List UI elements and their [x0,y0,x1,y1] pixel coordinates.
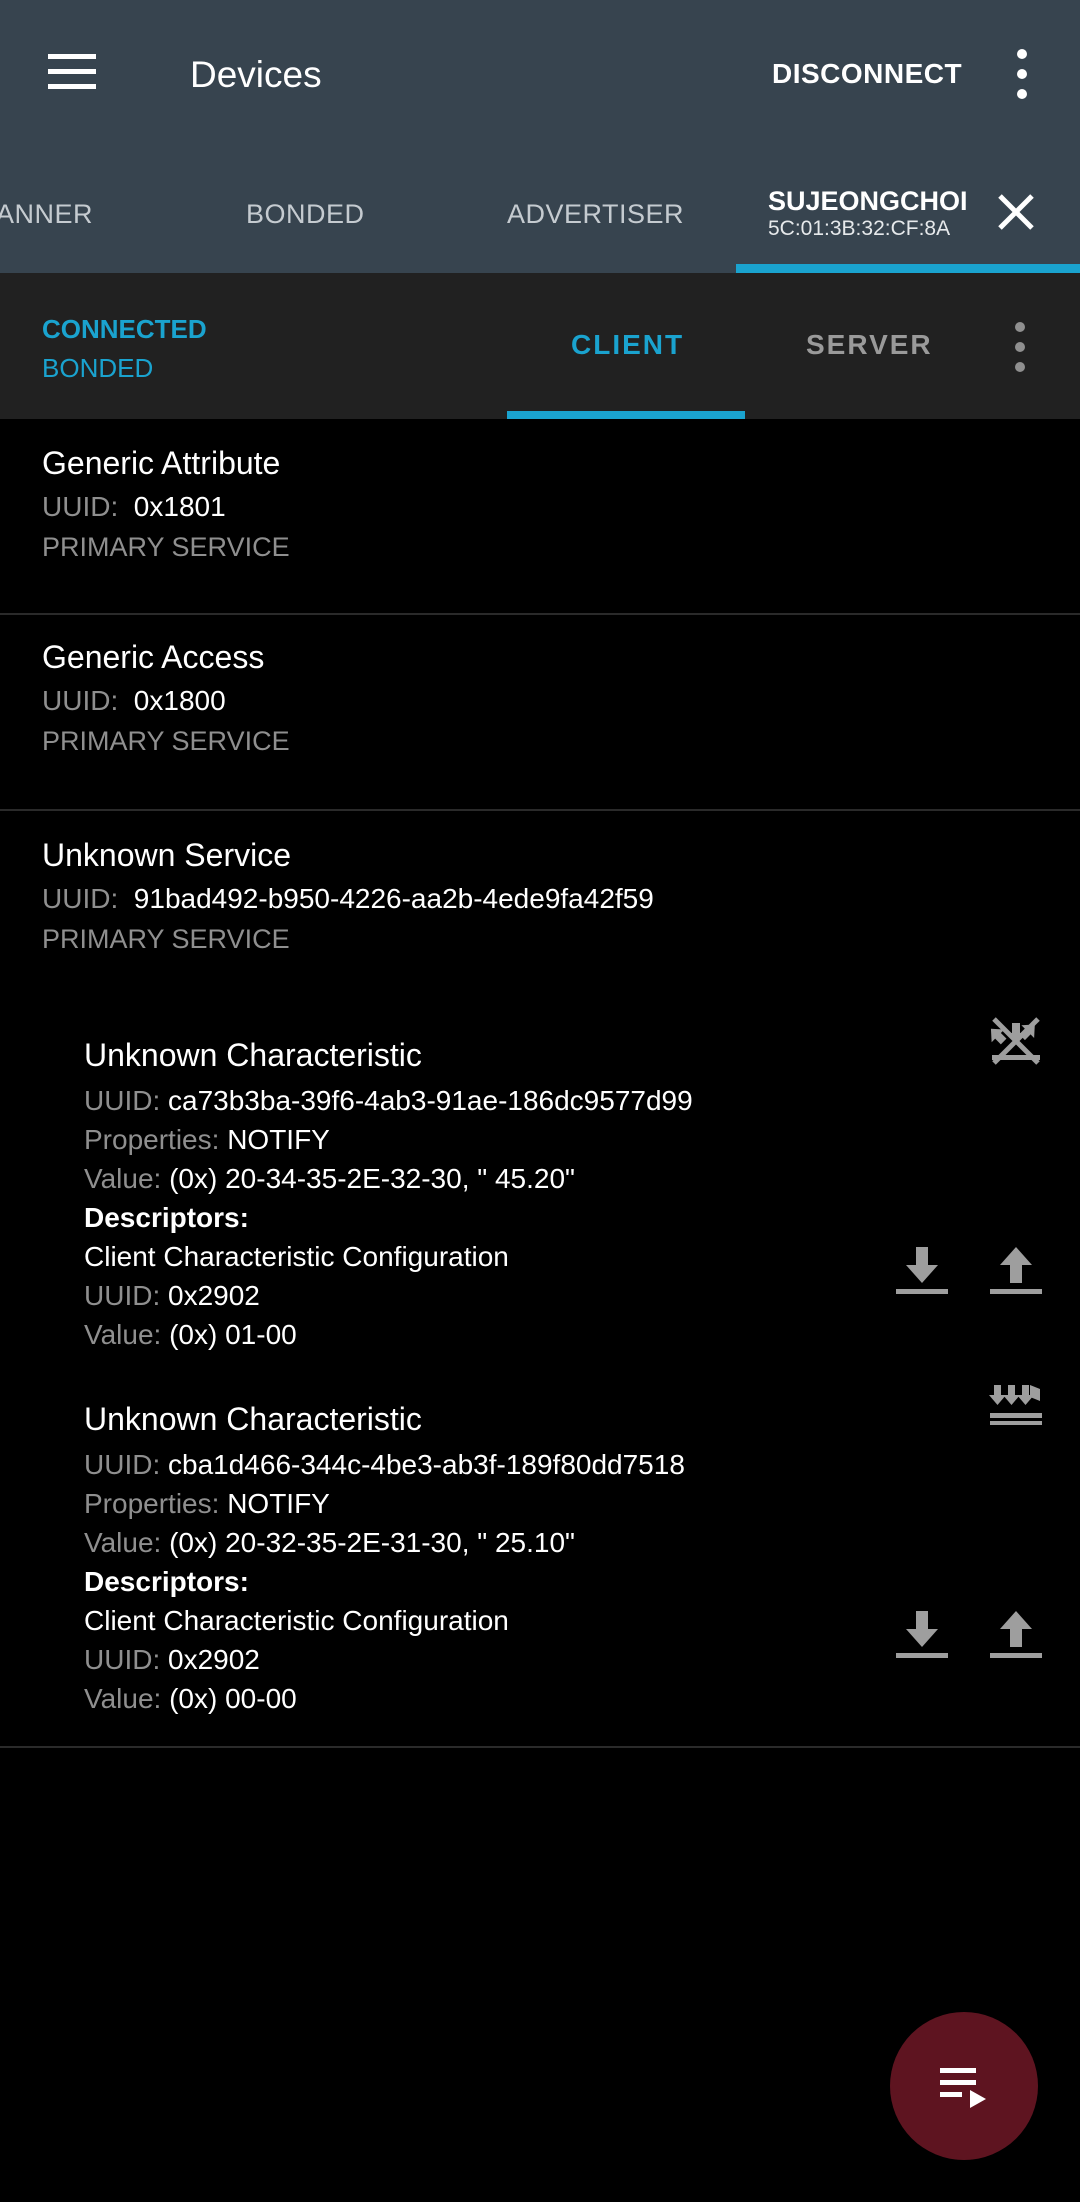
uuid-label: UUID: [84,1280,161,1311]
uuid-value: 0x2902 [168,1280,260,1311]
value-text: (0x) 20-34-35-2E-32-30, " 45.20" [169,1163,575,1194]
page-title: Devices [190,54,322,95]
client-tab-indicator [507,411,745,419]
descriptor-value: Value: (0x) 01-00 [84,1315,297,1354]
characteristic-name: Unknown Characteristic [84,1401,422,1437]
descriptors-heading: Descriptors: [84,1202,249,1233]
descriptor-value: Value: (0x) 00-00 [84,1679,297,1718]
properties-value: NOTIFY [227,1124,330,1155]
device-tabs: ANNER BONDED ADVERTISER SUJEONGCHOI 5C:0… [0,148,1080,273]
uuid-value: cba1d466-344c-4be3-ab3f-189f80dd7518 [168,1449,685,1480]
tab-indicator [736,264,1080,273]
characteristic-name: Unknown Characteristic [84,1037,422,1073]
uuid-label: UUID: [42,883,119,914]
service-uuid: UUID: 0x1800 [42,681,226,721]
descriptor-uuid: UUID: 0x2902 [84,1276,260,1315]
service-type: PRIMARY SERVICE [42,726,290,756]
uuid-value: 91bad492-b950-4226-aa2b-4ede9fa42f59 [133,883,654,914]
device-name: SUJEONGCHOI [768,186,968,216]
bond-state: BONDED [42,353,154,383]
service-item[interactable]: Generic Access UUID: 0x1800 PRIMARY SERV… [0,615,1080,811]
properties-label: Properties: [84,1488,220,1519]
disconnect-button[interactable]: DISCONNECT [772,52,962,96]
characteristic-value: Value: (0x) 20-32-35-2E-31-30, " 25.10" [84,1523,575,1562]
tab-client[interactable]: CLIENT [571,325,684,365]
tab-server[interactable]: SERVER [806,325,933,365]
service-item[interactable]: Generic Attribute UUID: 0x1801 PRIMARY S… [0,419,1080,615]
tab-advertiser[interactable]: ADVERTISER [507,194,684,234]
value-text: (0x) 01-00 [169,1319,297,1350]
descriptors-heading: Descriptors: [84,1566,249,1597]
properties-label: Properties: [84,1124,220,1155]
read-download-icon[interactable] [892,1241,952,1301]
value-label: Value: [84,1527,162,1558]
service-name: Generic Attribute [42,445,281,481]
connection-state: CONNECTED [42,314,207,344]
value-text: (0x) 20-32-35-2E-31-30, " 25.10" [169,1527,575,1558]
service-type: PRIMARY SERVICE [42,924,290,954]
close-icon[interactable] [994,190,1038,234]
descriptor-uuid: UUID: 0x2902 [84,1640,260,1679]
uuid-label: UUID: [84,1644,161,1675]
service-uuid: UUID: 0x1801 [42,487,226,527]
value-label: Value: [84,1683,162,1714]
more-options-icon[interactable] [1004,44,1040,104]
properties-value: NOTIFY [227,1488,330,1519]
notifications-enabled-icon[interactable] [986,1375,1046,1435]
service-name: Generic Access [42,639,265,675]
descriptor-name: Client Characteristic Configuration [84,1241,509,1272]
notifications-disabled-icon[interactable] [986,1011,1046,1071]
read-download-icon[interactable] [892,1605,952,1665]
log-fab-button[interactable] [890,2012,1038,2160]
characteristic-properties: Properties: NOTIFY [84,1120,330,1159]
descriptor-name: Client Characteristic Configuration [84,1605,509,1636]
characteristic-uuid: UUID: cba1d466-344c-4be3-ab3f-189f80dd75… [84,1445,685,1484]
uuid-value: 0x1800 [133,685,226,716]
service-name: Unknown Service [42,837,291,873]
tab-scanner[interactable]: ANNER [0,194,93,234]
hamburger-menu-icon[interactable] [44,50,100,94]
uuid-label: UUID: [84,1449,161,1480]
connection-bar: CONNECTED BONDED CLIENT SERVER [0,273,1080,419]
uuid-value: 0x2902 [168,1644,260,1675]
characteristic-value: Value: (0x) 20-34-35-2E-32-30, " 45.20" [84,1159,575,1198]
uuid-label: UUID: [42,685,119,716]
write-upload-icon[interactable] [986,1605,1046,1665]
tab-bonded[interactable]: BONDED [246,194,365,234]
device-address: 5C:01:3B:32:CF:8A [768,217,951,240]
service-uuid: UUID: 91bad492-b950-4226-aa2b-4ede9fa42f… [42,879,654,919]
characteristic-uuid: UUID: ca73b3ba-39f6-4ab3-91ae-186dc9577d… [84,1081,693,1120]
tab-device-sujeongchoi[interactable]: SUJEONGCHOI 5C:01:3B:32:CF:8A [736,148,1080,273]
service-item-expanded[interactable]: Unknown Service UUID: 91bad492-b950-4226… [0,811,1080,1748]
write-upload-icon[interactable] [986,1241,1046,1301]
more-options-icon[interactable] [1002,317,1038,377]
uuid-value: 0x1801 [133,491,226,522]
value-label: Value: [84,1319,162,1350]
value-label: Value: [84,1163,162,1194]
uuid-label: UUID: [42,491,119,522]
uuid-label: UUID: [84,1085,161,1116]
playlist-play-icon [940,2068,986,2108]
service-type: PRIMARY SERVICE [42,532,290,562]
app-bar: Devices DISCONNECT [0,0,1080,148]
uuid-value: ca73b3ba-39f6-4ab3-91ae-186dc9577d99 [168,1085,693,1116]
characteristic-properties: Properties: NOTIFY [84,1484,330,1523]
value-text: (0x) 00-00 [169,1683,297,1714]
